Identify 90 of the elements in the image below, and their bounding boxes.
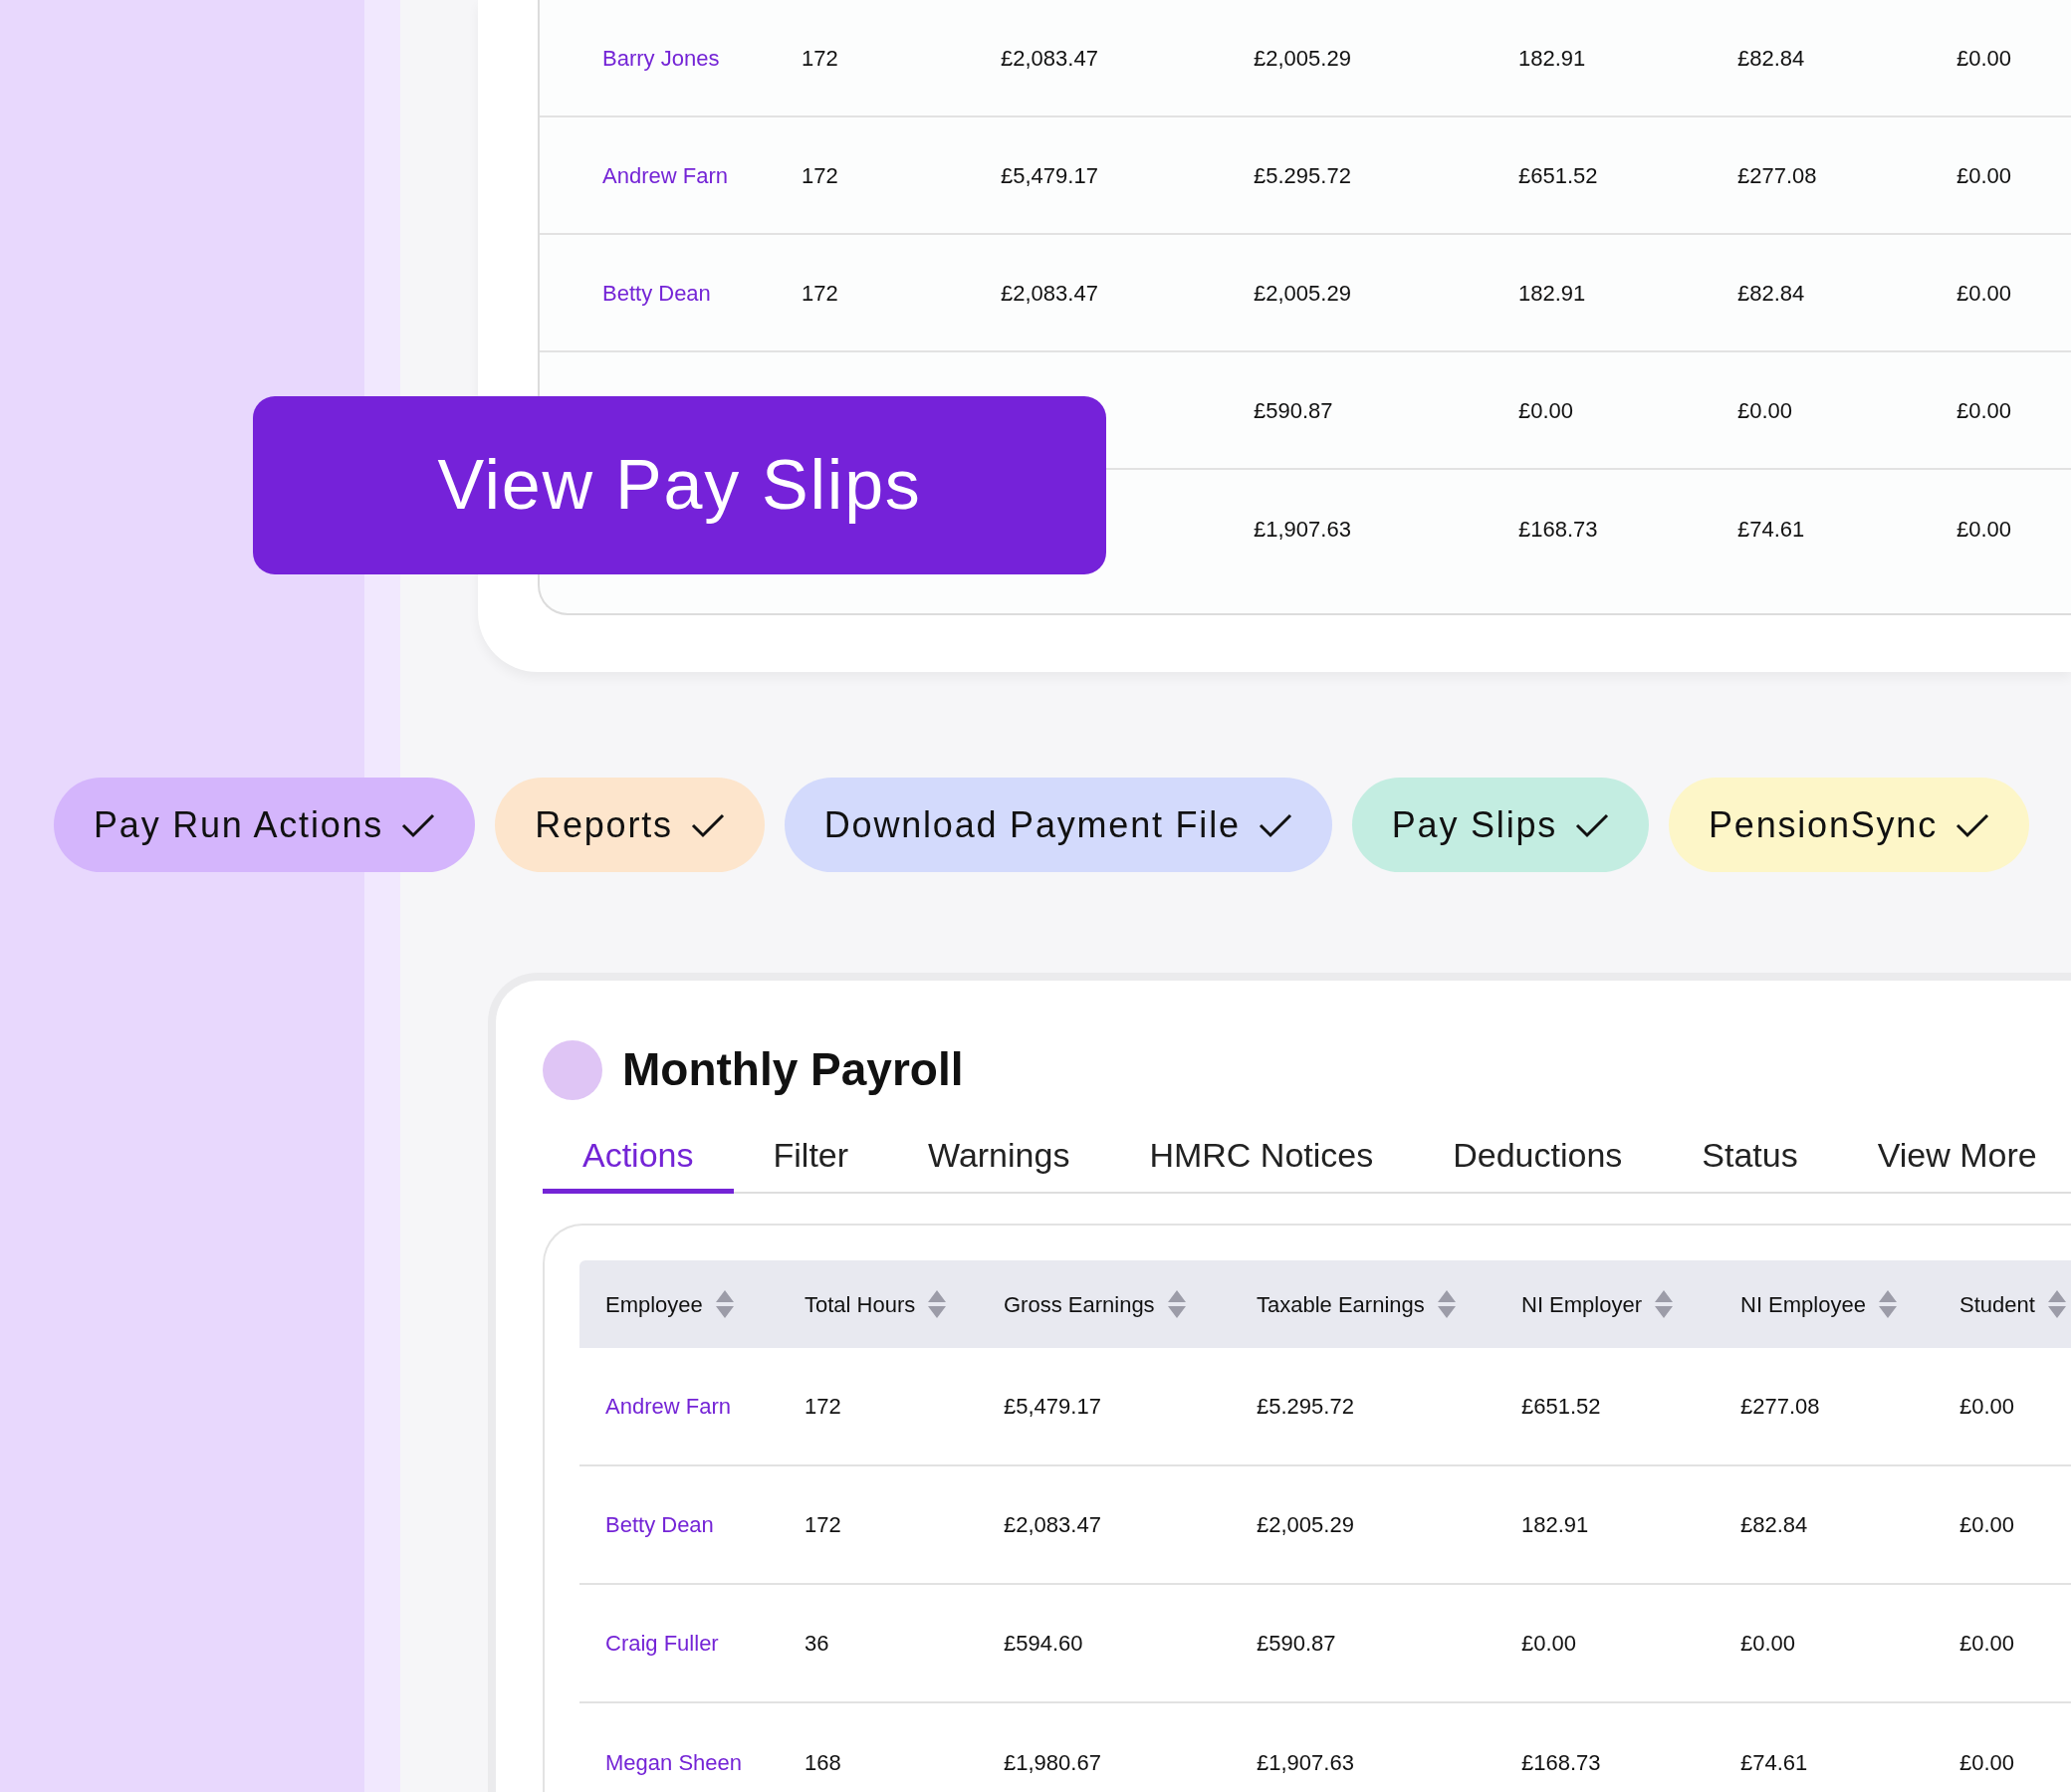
table-cell: £82.84 bbox=[1737, 280, 1805, 306]
table-cell: £0.00 bbox=[1956, 45, 2012, 71]
table-cell: £277.08 bbox=[1737, 162, 1817, 188]
table-cell: £0.00 bbox=[1956, 162, 2012, 188]
table-cell: £0.00 bbox=[1737, 397, 1793, 423]
action-pill[interactable]: Download Payment File bbox=[784, 778, 1332, 872]
table-cell: £82.84 bbox=[1740, 1512, 1808, 1537]
table-cell: 172 bbox=[805, 1394, 841, 1419]
table-cell: £0.00 bbox=[1740, 1631, 1796, 1656]
table-cell: £2,083.47 bbox=[1001, 45, 1098, 71]
table-cell: 182.91 bbox=[1518, 45, 1586, 71]
table-cell: £0.00 bbox=[1959, 1750, 2015, 1775]
table-cell: £2,083.47 bbox=[1001, 280, 1098, 306]
table-cell: £82.84 bbox=[1737, 45, 1805, 71]
table-cell: £168.73 bbox=[1521, 1750, 1601, 1775]
table-cell: £1,980.67 bbox=[1004, 1750, 1101, 1775]
table-cell: £0.00 bbox=[1518, 397, 1574, 423]
tab[interactable]: View More bbox=[1837, 1130, 2071, 1194]
table-cell: 182.91 bbox=[1518, 280, 1586, 306]
sort-icon[interactable] bbox=[1877, 1289, 1898, 1319]
check-icon bbox=[1956, 811, 1989, 838]
table-cell: £2,005.29 bbox=[1257, 1512, 1354, 1537]
tab[interactable]: Actions bbox=[543, 1130, 734, 1194]
table-cell: £590.87 bbox=[1254, 397, 1333, 423]
sort-icon[interactable] bbox=[1654, 1289, 1675, 1319]
sort-icon[interactable] bbox=[1166, 1289, 1187, 1319]
sort-icon[interactable] bbox=[2046, 1289, 2067, 1319]
table-cell: £5.295.72 bbox=[1257, 1394, 1354, 1419]
employee-link[interactable]: Andrew Farn bbox=[602, 162, 728, 188]
table-cell: £651.52 bbox=[1518, 162, 1598, 188]
check-icon bbox=[401, 811, 436, 838]
table-cell: £1,907.63 bbox=[1257, 1750, 1354, 1775]
table-cell: £2,083.47 bbox=[1004, 1512, 1101, 1537]
employee-link[interactable]: Megan Sheen bbox=[605, 1750, 742, 1775]
table-cell: 168 bbox=[805, 1750, 841, 1775]
table-cell: £277.08 bbox=[1740, 1394, 1820, 1419]
column-header: Student bbox=[1959, 1290, 2035, 1319]
tab[interactable]: Deductions bbox=[1413, 1130, 1663, 1194]
table-cell: 172 bbox=[805, 1512, 841, 1537]
table-cell: £0.00 bbox=[1959, 1512, 2015, 1537]
table-cell: £0.00 bbox=[1521, 1631, 1577, 1656]
table-cell: 172 bbox=[802, 280, 838, 306]
tab[interactable]: Filter bbox=[733, 1130, 889, 1194]
employee-link[interactable]: Andrew Farn bbox=[605, 1394, 731, 1419]
card-title: Monthly Payroll bbox=[622, 1042, 964, 1097]
action-pill[interactable]: Pay Slips bbox=[1351, 778, 1650, 872]
table-cell: £0.00 bbox=[1959, 1631, 2015, 1656]
table-cell: 172 bbox=[802, 162, 838, 188]
table-cell: £651.52 bbox=[1521, 1394, 1601, 1419]
check-icon bbox=[1258, 811, 1292, 838]
action-pill[interactable]: Reports bbox=[495, 778, 765, 872]
tab[interactable]: Status bbox=[1662, 1130, 1838, 1194]
table-cell: £590.87 bbox=[1257, 1631, 1336, 1656]
table-cell: £5,479.17 bbox=[1004, 1394, 1101, 1419]
table-cell: 36 bbox=[805, 1631, 829, 1656]
sort-icon[interactable] bbox=[714, 1289, 735, 1319]
table-cell: £74.61 bbox=[1737, 516, 1805, 542]
tab[interactable]: Warnings bbox=[888, 1130, 1110, 1194]
column-header: Total Hours bbox=[805, 1290, 916, 1319]
table-cell: £594.60 bbox=[1004, 1631, 1083, 1656]
employee-link[interactable]: Betty Dean bbox=[605, 1512, 714, 1537]
column-header: Employee bbox=[605, 1290, 703, 1319]
table-cell: 182.91 bbox=[1521, 1512, 1589, 1537]
check-icon bbox=[690, 811, 725, 838]
table-cell: £1,907.63 bbox=[1254, 516, 1351, 542]
table-cell: £0.00 bbox=[1956, 397, 2012, 423]
employee-link[interactable]: Betty Dean bbox=[602, 280, 711, 306]
sort-icon[interactable] bbox=[927, 1289, 948, 1319]
tab[interactable]: HMRC Notices bbox=[1109, 1130, 1414, 1194]
table-cell: £0.00 bbox=[1959, 1394, 2015, 1419]
action-pill[interactable]: Pay Run Actions bbox=[54, 778, 476, 872]
table-cell: £5.295.72 bbox=[1254, 162, 1351, 188]
view-pay-slips-button[interactable]: View Pay Slips bbox=[253, 396, 1106, 574]
column-header: Taxable Earnings bbox=[1257, 1290, 1425, 1319]
table-cell: £2,005.29 bbox=[1254, 45, 1351, 71]
table-cell: £74.61 bbox=[1740, 1750, 1808, 1775]
table-cell: £168.73 bbox=[1518, 516, 1598, 542]
column-header: NI Employee bbox=[1740, 1290, 1866, 1319]
column-header: Gross Earnings bbox=[1004, 1290, 1155, 1319]
table-cell: £2,005.29 bbox=[1254, 280, 1351, 306]
employee-link[interactable]: Barry Jones bbox=[602, 45, 720, 71]
check-icon bbox=[1575, 811, 1610, 838]
table-cell: 172 bbox=[802, 45, 838, 71]
sort-icon[interactable] bbox=[1436, 1289, 1457, 1319]
column-header: NI Employer bbox=[1521, 1290, 1643, 1319]
employee-link[interactable]: Craig Fuller bbox=[605, 1631, 719, 1656]
action-pill[interactable]: PensionSync bbox=[1669, 778, 2029, 872]
table-cell: £0.00 bbox=[1956, 516, 2012, 542]
table-cell: £5,479.17 bbox=[1001, 162, 1098, 188]
table-cell: £0.00 bbox=[1956, 280, 2012, 306]
